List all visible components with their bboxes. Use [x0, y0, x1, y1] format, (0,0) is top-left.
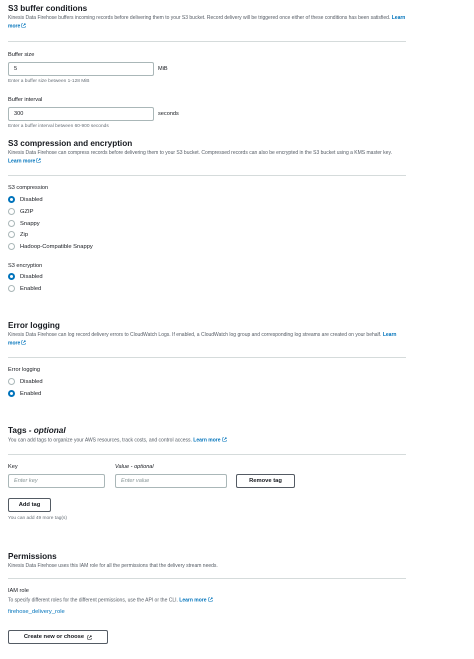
tag-value-label: Value - optional [115, 464, 154, 470]
add-tag-button[interactable]: Add tag [8, 498, 51, 512]
tags-description: You can add tags to organize your AWS re… [8, 437, 406, 445]
compression-option-snappy[interactable]: Snappy [8, 220, 40, 227]
buffer-size-label: Buffer size [8, 52, 35, 58]
permissions-learn-more-link[interactable]: Learn more [179, 598, 206, 604]
radio-selected-icon[interactable] [8, 196, 15, 203]
s3-buffer-description: Kinesis Data Firehose buffers incoming r… [8, 15, 406, 30]
radio-selected-icon[interactable] [8, 390, 15, 397]
tags-remaining-hint: You can add 49 more tag(s) [8, 516, 68, 521]
radio-icon[interactable] [8, 243, 15, 250]
radio-icon[interactable] [8, 378, 15, 385]
section-divider [8, 578, 406, 579]
buffer-size-unit: MiB [158, 66, 168, 72]
section-divider [8, 357, 406, 358]
external-link-icon [221, 437, 227, 442]
section-divider [8, 175, 406, 176]
permissions-title: Permissions [8, 552, 57, 561]
external-link-icon [21, 23, 26, 28]
error-logging-title: Error logging [8, 321, 60, 330]
buffer-interval-hint: Enter a buffer interval between 60-900 s… [8, 124, 109, 129]
permissions-description: Kinesis Data Firehose uses this IAM role… [8, 563, 218, 569]
create-new-or-choose-button[interactable]: Create new or choose [8, 630, 108, 644]
external-link-icon [207, 597, 213, 602]
tags-title: Tags - optional [8, 426, 66, 435]
tags-learn-more-link[interactable]: Learn more [193, 438, 220, 444]
buffer-interval-unit: seconds [158, 111, 179, 117]
radio-selected-icon[interactable] [8, 273, 15, 280]
s3-compression-label: S3 compression [8, 185, 49, 191]
compression-option-hadoop-snappy[interactable]: Hadoop-Compatible Snappy [8, 243, 93, 250]
compression-option-zip[interactable]: Zip [8, 231, 28, 238]
section-divider [8, 454, 406, 455]
radio-icon[interactable] [8, 208, 15, 215]
radio-icon[interactable] [8, 231, 15, 238]
iam-role-link[interactable]: firehose_delivery_role [8, 609, 65, 615]
radio-icon[interactable] [8, 220, 15, 227]
s3-compression-description: Kinesis Data Firehose can compress recor… [8, 150, 392, 165]
s3-compression-title: S3 compression and encryption [8, 139, 133, 148]
delivery-stream-settings: S3 buffer conditions Kinesis Data Fireho… [0, 0, 474, 659]
external-link-icon [87, 634, 92, 640]
external-link-icon [21, 340, 26, 345]
buffer-size-input[interactable]: 5 [8, 62, 154, 76]
error-logging-option-disabled[interactable]: Disabled [8, 378, 43, 385]
encryption-option-enabled[interactable]: Enabled [8, 285, 41, 292]
external-link-icon [36, 158, 41, 163]
error-logging-option-enabled[interactable]: Enabled [8, 390, 41, 397]
s3-buffer-title: S3 buffer conditions [8, 4, 88, 13]
compression-option-disabled[interactable]: Disabled [8, 196, 43, 203]
error-logging-label: Error logging [8, 367, 41, 373]
s3-compression-learn-more-link[interactable]: Learn more [8, 158, 35, 164]
tag-key-input[interactable]: Enter key [8, 474, 105, 488]
s3-encryption-label: S3 encryption [8, 263, 43, 269]
iam-role-hint: To specify different roles for the diffe… [8, 597, 406, 605]
radio-icon[interactable] [8, 285, 15, 292]
buffer-size-hint: Enter a buffer size between 1-128 MiB [8, 79, 90, 84]
remove-tag-button[interactable]: Remove tag [236, 474, 295, 488]
buffer-interval-input[interactable]: 300 [8, 107, 154, 121]
iam-role-label: IAM role [8, 588, 29, 594]
section-divider [8, 41, 406, 42]
error-logging-description: Kinesis Data Firehose can log record del… [8, 332, 397, 347]
encryption-option-disabled[interactable]: Disabled [8, 273, 43, 280]
buffer-interval-label: Buffer interval [8, 97, 43, 103]
tag-key-label: Key [8, 464, 18, 470]
compression-option-gzip[interactable]: GZIP [8, 208, 34, 215]
tag-value-input[interactable]: Enter value [115, 474, 227, 488]
